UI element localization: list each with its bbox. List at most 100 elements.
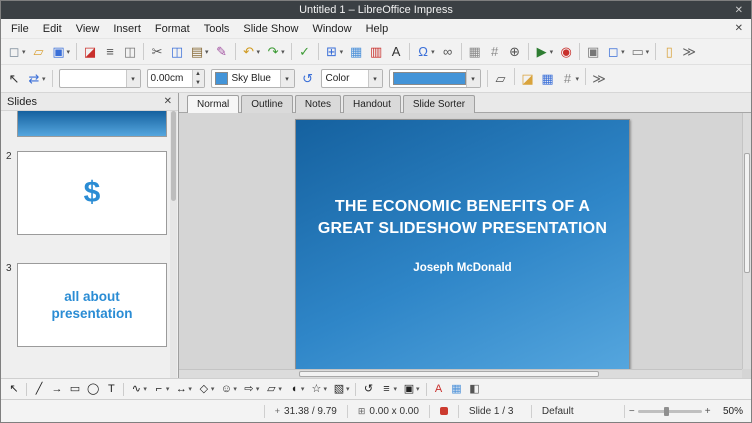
clone-formatting-icon[interactable]: ✎	[213, 41, 231, 62]
slide-thumbnail-2[interactable]: $	[17, 151, 167, 235]
rotate-icon[interactable]: ↺	[299, 68, 317, 89]
insert-textbox-icon[interactable]: A	[387, 41, 405, 62]
cursor-position[interactable]: + 31.38 / 9.79	[269, 406, 343, 417]
curves-polygons-icon[interactable]: ∿ ▾	[128, 381, 149, 398]
slide-indicator[interactable]: Slide 1 / 3	[463, 406, 527, 417]
close-document-button[interactable]: ✕	[727, 23, 751, 34]
callout-shapes-icon[interactable]: ◖ ▾	[286, 381, 307, 398]
slide-layout-icon[interactable]: ▭ ▾	[629, 41, 652, 62]
titlebar[interactable]: Untitled 1 – LibreOffice Impress ✕	[1, 1, 751, 19]
line-width-input[interactable]: 0.00cm ▲ ▼	[146, 69, 205, 88]
dropdown-arrow-icon[interactable]: ▾	[211, 385, 215, 393]
extrusion-toggle-icon[interactable]: ◧	[467, 381, 483, 398]
dropdown-arrow-icon[interactable]: ▾	[67, 48, 71, 56]
line-ends-arrow-icon[interactable]: →	[49, 381, 65, 398]
menu-tools[interactable]: Tools	[197, 21, 237, 37]
menu-slide-show[interactable]: Slide Show	[236, 21, 305, 37]
dropdown-arrow-icon[interactable]: ▾	[621, 48, 625, 56]
dropdown-arrow-icon[interactable]: ▾	[340, 48, 344, 56]
redo-icon[interactable]: ↷ ▾	[264, 41, 287, 62]
dropdown-arrow-icon[interactable]: ▾	[346, 385, 350, 393]
basic-shapes-icon[interactable]: ◇ ▾	[196, 381, 217, 398]
stepper-down-icon[interactable]: ▼	[193, 79, 204, 88]
print-preview-icon[interactable]: ◫	[121, 41, 139, 62]
menu-window[interactable]: Window	[305, 21, 358, 37]
menu-format[interactable]: Format	[148, 21, 197, 37]
zoom-slider-thumb[interactable]	[663, 406, 669, 416]
slide-properties-icon[interactable]: ▯	[660, 41, 678, 62]
transformations-icon[interactable]: ⇄ ▾	[25, 68, 48, 89]
dropdown-arrow-icon[interactable]: ▾	[188, 385, 192, 393]
slide-thumbnail-3[interactable]: all about presentation	[17, 263, 167, 347]
horizontal-scrollbar[interactable]	[179, 369, 742, 378]
window-close-button[interactable]: ✕	[735, 1, 743, 19]
dropdown-arrow-icon[interactable]: ▾	[205, 48, 209, 56]
line-width-stepper[interactable]: ▲ ▼	[191, 70, 204, 88]
start-slideshow-icon[interactable]: ▶ ▾	[533, 41, 556, 62]
line-style-select[interactable]: ▾	[58, 69, 141, 88]
save-icon[interactable]: ▣ ▾	[50, 41, 73, 62]
dropdown-arrow-icon[interactable]: ▾	[257, 48, 261, 56]
slides-panel-scrollbar[interactable]	[170, 111, 177, 378]
paste-icon[interactable]: ▤ ▾	[188, 41, 211, 62]
shadow-icon[interactable]: ▱	[492, 68, 510, 89]
dropdown-arrow-icon[interactable]: ▾	[393, 385, 397, 393]
rectangle-icon[interactable]: ▭	[67, 381, 83, 398]
block-arrows-icon[interactable]: ⇨ ▾	[241, 381, 262, 398]
tab-handout[interactable]: Handout	[343, 95, 401, 113]
tab-normal[interactable]: Normal	[187, 95, 240, 113]
object-size[interactable]: ⊞ 0.00 x 0.00	[352, 406, 425, 417]
table-icon[interactable]: ⊞ ▾	[323, 41, 346, 62]
select-icon[interactable]: ↖	[5, 68, 23, 89]
stepper-up-icon[interactable]: ▲	[193, 70, 204, 79]
scrollbar-thumb[interactable]	[299, 371, 599, 377]
slide-canvas[interactable]: THE ECONOMIC BENEFITS OF A GREAT SLIDESH…	[295, 119, 630, 371]
arrange-icon[interactable]: ▣ ▾	[401, 381, 422, 398]
new-icon[interactable]: ◻ ▾	[5, 41, 28, 62]
slides-panel-close-button[interactable]: ✕	[164, 96, 172, 107]
special-character-icon[interactable]: Ω ▾	[414, 41, 437, 62]
lines-arrows-icon[interactable]: ↔ ▾	[173, 381, 194, 398]
dropdown-arrow-icon[interactable]: ▾	[278, 385, 282, 393]
connectors-icon[interactable]: ⌐ ▾	[151, 381, 172, 398]
toolbar-overflow-icon[interactable]: ≫	[680, 41, 698, 62]
slide-title-text[interactable]: THE ECONOMIC BENEFITS OF A GREAT SLIDESH…	[306, 196, 619, 240]
scrollbar-thumb[interactable]	[171, 111, 176, 201]
zoom-out-button[interactable]: −	[629, 406, 635, 417]
open-icon[interactable]: ▱	[30, 41, 48, 62]
undo-icon[interactable]: ↶ ▾	[240, 41, 263, 62]
ellipse-icon[interactable]: ◯	[85, 381, 101, 398]
copy-icon[interactable]: ◫	[168, 41, 186, 62]
dropdown-arrow-icon[interactable]: ▾	[143, 385, 147, 393]
new-slide-icon[interactable]: ◻ ▾	[604, 41, 627, 62]
tab-slide-sorter[interactable]: Slide Sorter	[402, 95, 476, 113]
fontwork-icon[interactable]: A	[431, 381, 447, 398]
cut-icon[interactable]: ✂	[148, 41, 166, 62]
symbol-shapes-icon[interactable]: ☺ ▾	[218, 381, 239, 398]
helplines-icon[interactable]: #	[486, 41, 504, 62]
zoom-icon[interactable]: ⊕	[506, 41, 524, 62]
dropdown-arrow-icon[interactable]: ▾	[301, 385, 305, 393]
chevron-down-icon[interactable]: ▾	[279, 70, 294, 87]
dropdown-arrow-icon[interactable]: ▾	[550, 48, 554, 56]
menu-file[interactable]: File	[4, 21, 36, 37]
text-box-icon[interactable]: T	[103, 381, 119, 398]
show-grid-icon[interactable]: ▦	[466, 41, 484, 62]
dropdown-arrow-icon[interactable]: ▾	[323, 385, 327, 393]
line-color-select[interactable]: Sky Blue ▾	[210, 69, 295, 88]
dropdown-arrow-icon[interactable]: ▾	[416, 385, 420, 393]
dropdown-arrow-icon[interactable]: ▾	[233, 385, 237, 393]
menu-edit[interactable]: Edit	[36, 21, 69, 37]
vertical-scrollbar[interactable]	[742, 113, 751, 369]
insert-image-icon[interactable]: ▦	[449, 381, 465, 398]
dropdown-arrow-icon[interactable]: ▾	[256, 385, 260, 393]
dropdown-arrow-icon[interactable]: ▾	[166, 385, 170, 393]
area-style-select[interactable]: Color ▾	[320, 69, 383, 88]
align-objects-icon[interactable]: ≡ ▾	[378, 381, 399, 398]
chevron-down-icon[interactable]: ▾	[465, 70, 480, 87]
stars-banners-icon[interactable]: ☆ ▾	[308, 381, 329, 398]
tab-outline[interactable]: Outline	[241, 95, 293, 113]
dropdown-arrow-icon[interactable]: ▾	[646, 48, 650, 56]
display-grid-icon[interactable]: ▦	[539, 68, 557, 89]
dropdown-arrow-icon[interactable]: ▾	[576, 75, 580, 83]
